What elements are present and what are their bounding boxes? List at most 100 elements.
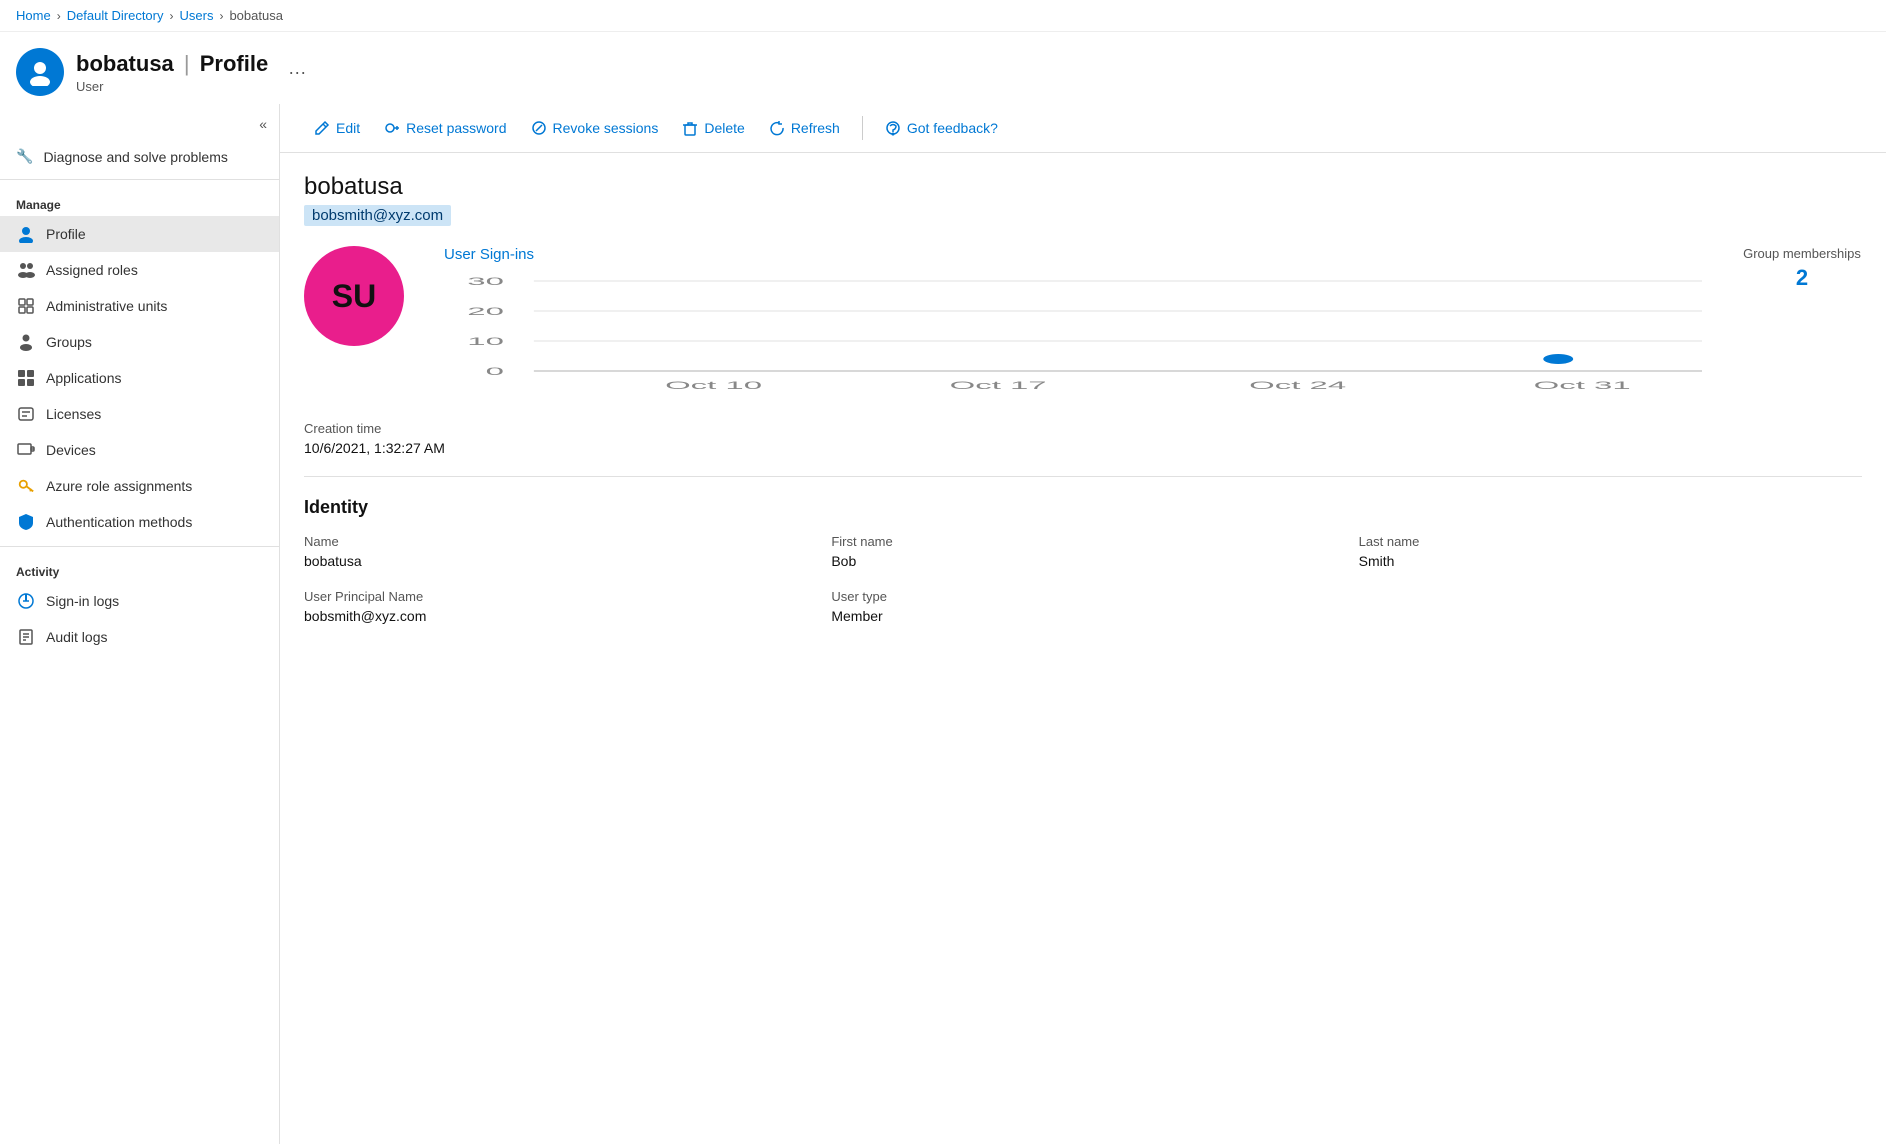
identity-field-firstname: First name Bob: [831, 534, 1334, 569]
signin-icon: [16, 591, 36, 611]
firstname-value: Bob: [831, 553, 1334, 569]
chart-container: 30 20 10 0 Oct 10 Oct 17 O: [444, 271, 1702, 401]
svg-text:Oct 31: Oct 31: [1534, 380, 1631, 392]
sidebar-divider-1: [0, 179, 279, 180]
sidebar-item-admin-units[interactable]: Administrative units: [0, 288, 279, 324]
chart-area: User Sign-ins 30 20 10 0: [444, 246, 1702, 401]
admin-units-icon: [16, 296, 36, 316]
page-header: bobatusa | Profile User ···: [0, 32, 1886, 104]
breadcrumb-home[interactable]: Home: [16, 8, 51, 23]
sidebar-item-devices[interactable]: Devices: [0, 432, 279, 468]
sidebar-diagnose-label: Diagnose and solve problems: [43, 149, 227, 165]
groups-icon: [16, 332, 36, 352]
identity-section-title: Identity: [304, 497, 1862, 518]
edit-button[interactable]: Edit: [304, 114, 370, 142]
feedback-button[interactable]: Got feedback?: [875, 114, 1008, 142]
sidebar-auth-label: Authentication methods: [46, 514, 192, 530]
identity-field-lastname: Last name Smith: [1359, 534, 1862, 569]
page-title: bobatusa | Profile: [76, 51, 268, 77]
creation-time: Creation time 10/6/2021, 1:32:27 AM: [304, 421, 1862, 456]
applications-icon: [16, 368, 36, 388]
user-display-name: bobatusa: [304, 173, 1862, 201]
refresh-icon: [769, 120, 785, 136]
group-memberships-label: Group memberships: [1742, 246, 1862, 261]
page-subtitle: User: [76, 79, 268, 94]
svg-text:Oct 17: Oct 17: [950, 380, 1047, 392]
lastname-label: Last name: [1359, 534, 1862, 549]
breadcrumb-users[interactable]: Users: [180, 8, 214, 23]
licenses-icon: [16, 404, 36, 424]
svg-text:0: 0: [486, 366, 504, 378]
revoke-sessions-button[interactable]: Revoke sessions: [521, 114, 669, 142]
revoke-icon: [531, 120, 547, 136]
activity-section-label: Activity: [0, 553, 279, 583]
sidebar-item-azure-roles[interactable]: Azure role assignments: [0, 468, 279, 504]
sidebar-item-assigned-roles[interactable]: Assigned roles: [0, 252, 279, 288]
identity-field-name: Name bobatusa: [304, 534, 807, 569]
devices-icon: [16, 440, 36, 460]
sidebar-profile-label: Profile: [46, 226, 86, 242]
sidebar-azure-roles-label: Azure role assignments: [46, 478, 192, 494]
user-avatar: SU: [304, 246, 404, 346]
sidebar-item-auth-methods[interactable]: Authentication methods: [0, 504, 279, 540]
identity-field-upn: User Principal Name bobsmith@xyz.com: [304, 589, 807, 624]
name-label: Name: [304, 534, 807, 549]
breadcrumb-directory[interactable]: Default Directory: [67, 8, 164, 23]
more-options-button[interactable]: ···: [280, 58, 314, 87]
svg-text:30: 30: [467, 276, 504, 288]
group-memberships-value[interactable]: 2: [1742, 265, 1862, 291]
delete-button[interactable]: Delete: [672, 114, 754, 142]
sidebar-licenses-label: Licenses: [46, 406, 101, 422]
manage-section-label: Manage: [0, 186, 279, 216]
sidebar-item-audit-logs[interactable]: Audit logs: [0, 619, 279, 655]
upn-value: bobsmith@xyz.com: [304, 608, 807, 624]
sidebar-item-licenses[interactable]: Licenses: [0, 396, 279, 432]
reset-password-button[interactable]: Reset password: [374, 114, 516, 142]
sidebar-item-groups[interactable]: Groups: [0, 324, 279, 360]
svg-text:Oct 10: Oct 10: [665, 380, 762, 392]
sidebar-apps-label: Applications: [46, 370, 122, 386]
feedback-icon: [885, 120, 901, 136]
sign-ins-chart: 30 20 10 0 Oct 10 Oct 17 O: [444, 271, 1702, 401]
breadcrumb-current: bobatusa: [229, 8, 283, 23]
main-content: Edit Reset password Revoke sessions: [280, 104, 1886, 1144]
svg-text:10: 10: [467, 336, 504, 348]
sidebar-item-diagnose[interactable]: 🔧 Diagnose and solve problems: [0, 140, 279, 173]
user-email: bobsmith@xyz.com: [304, 205, 451, 226]
svg-text:20: 20: [467, 306, 504, 318]
sidebar-item-profile[interactable]: Profile: [0, 216, 279, 252]
usertype-value: Member: [831, 608, 1334, 624]
chart-title: User Sign-ins: [444, 246, 1702, 263]
collapse-button[interactable]: «: [0, 112, 279, 140]
breadcrumb: Home › Default Directory › Users › bobat…: [0, 0, 1886, 32]
wrench-icon: 🔧: [16, 148, 33, 165]
sidebar-signin-label: Sign-in logs: [46, 593, 119, 609]
identity-field-usertype: User type Member: [831, 589, 1334, 624]
main-layout: « 🔧 Diagnose and solve problems Manage P…: [0, 104, 1886, 1144]
key-icon: [16, 476, 36, 496]
toolbar: Edit Reset password Revoke sessions: [280, 104, 1886, 153]
roles-icon: [16, 260, 36, 280]
lastname-value: Smith: [1359, 553, 1862, 569]
refresh-button[interactable]: Refresh: [759, 114, 850, 142]
audit-icon: [16, 627, 36, 647]
user-avatar-icon: [16, 48, 64, 96]
name-value: bobatusa: [304, 553, 807, 569]
firstname-label: First name: [831, 534, 1334, 549]
sidebar-divider-2: [0, 546, 279, 547]
svg-text:Oct 24: Oct 24: [1249, 380, 1346, 392]
identity-grid: Name bobatusa First name Bob Last name S…: [304, 534, 1862, 624]
usertype-label: User type: [831, 589, 1334, 604]
edit-icon: [314, 120, 330, 136]
sidebar-audit-label: Audit logs: [46, 629, 107, 645]
content-divider: [304, 476, 1862, 477]
profile-icon: [16, 224, 36, 244]
creation-time-label: Creation time: [304, 421, 1862, 436]
stats-row: SU User Sign-ins 30 20 10 0: [304, 246, 1862, 401]
sidebar-item-signin-logs[interactable]: Sign-in logs: [0, 583, 279, 619]
sidebar-devices-label: Devices: [46, 442, 96, 458]
toolbar-separator: [862, 116, 863, 140]
sidebar-item-applications[interactable]: Applications: [0, 360, 279, 396]
sidebar: « 🔧 Diagnose and solve problems Manage P…: [0, 104, 280, 1144]
sidebar-admin-label: Administrative units: [46, 298, 167, 314]
